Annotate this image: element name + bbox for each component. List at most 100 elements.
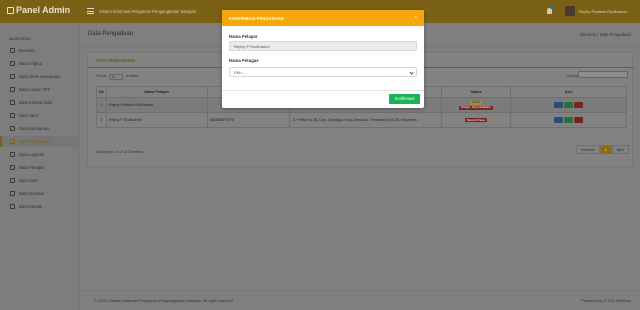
show-prefix: Show: [96, 73, 107, 78]
chat-icon: [10, 139, 15, 144]
show-suffix: entries: [126, 73, 139, 78]
sidebar-item-label: Data Kriteria Jalur: [19, 100, 53, 105]
table-row: 2 Reyhy P Rudiharton 088286878778 Jl. Pe…: [96, 112, 627, 128]
delete-button[interactable]: [574, 102, 584, 108]
footer-copyright: © 2022 Sistem Informasi Pelayanan Pengan…: [94, 298, 233, 303]
site-name: Sistem Informasi Pelayanan Pengangkutan …: [99, 9, 197, 14]
pager-next[interactable]: Next: [611, 145, 629, 154]
table-info: Showing 1 to 2 of 2 entries: [96, 149, 144, 154]
modal-header: KONFIRMASI PENGADUAN ×: [222, 10, 424, 26]
cell-phone: 088286878778: [206, 112, 291, 128]
cell-actions: [510, 97, 627, 113]
column-header-actions: Aksi: [510, 86, 627, 98]
sidebar: MAIN MENU Beranda Data Angkut Data Jenis…: [0, 23, 80, 310]
cell-no: 1: [96, 97, 107, 113]
detail-button[interactable]: [554, 102, 564, 108]
delete-button[interactable]: [574, 117, 584, 123]
search-input[interactable]: [578, 71, 628, 78]
brand[interactable]: Panel Admin: [7, 5, 70, 15]
chevron-down-icon: [409, 70, 414, 75]
page-title: Data Pengaduan: [88, 31, 134, 37]
hamburger-menu-icon[interactable]: [87, 8, 94, 14]
column-header-no[interactable]: No: [96, 86, 107, 98]
breadcrumb-current: Data Pengaduan: [599, 32, 631, 37]
sidebar-item-label: Data Jenis Kendaraan: [19, 74, 61, 79]
road-icon: [10, 113, 15, 118]
cell-no: 2: [96, 112, 107, 128]
sidebar-item-beranda[interactable]: Beranda: [0, 45, 80, 56]
contact-icon: [10, 204, 15, 209]
detail-button[interactable]: [554, 117, 564, 123]
sidebar-item-data-kendaraan[interactable]: Data Kendaraan: [0, 123, 80, 134]
cell-address: Jl. Pelita No.18, Lkrs, Dangsgu, Kota De…: [289, 112, 442, 128]
card-title: DATA PENGADUAN: [96, 58, 136, 63]
logo-icon: [7, 7, 14, 14]
image-icon: [10, 191, 15, 196]
status-badge: Belum Di Proses: [465, 118, 487, 122]
notification-badge: [550, 6, 554, 9]
close-icon[interactable]: ×: [414, 15, 417, 21]
route-icon: [10, 100, 15, 105]
officer-label: Nama Petugas: [229, 58, 259, 63]
reporter-field: Reyhy P Rudiharton: [229, 41, 417, 51]
sidebar-item-data-kriteria-jalur[interactable]: Data Kriteria Jalur: [0, 97, 80, 108]
pagination: Previous 1 Next: [576, 145, 629, 154]
sidebar-item-data-angkut[interactable]: Data Angkut: [0, 58, 80, 69]
sidebar-item-label: Data Kendaraan: [19, 126, 50, 131]
breadcrumb-home[interactable]: Beranda: [580, 32, 596, 37]
vehicle-icon: [10, 126, 15, 131]
sidebar-item-data-petugas[interactable]: Data Petugas: [0, 162, 80, 173]
sidebar-item-label: Data Petugas: [19, 165, 45, 170]
sidebar-item-data-laporan[interactable]: Data Laporan: [0, 149, 80, 160]
sidebar-title: MAIN MENU: [9, 37, 31, 41]
truck-icon: [10, 61, 15, 66]
avatar[interactable]: [565, 6, 575, 16]
sidebar-item-data-gambar[interactable]: Data Gambar: [0, 188, 80, 199]
officer-select-value: Pilih--: [234, 70, 245, 75]
confirm-complaint-modal: KONFIRMASI PENGADUAN × Nama Pelapor Reyh…: [222, 10, 424, 108]
sidebar-item-data-jalur[interactable]: Data Jalur: [0, 110, 80, 121]
entries-select[interactable]: 10: [109, 74, 124, 80]
sidebar-item-data-lokasi-tps[interactable]: Data Lokasi TPS: [0, 84, 80, 95]
sidebar-item-data-kontak[interactable]: Data Kontak: [0, 201, 80, 212]
footer-powered: Powered By © 015 WebDev: [581, 298, 631, 303]
map-pin-icon: [10, 87, 15, 92]
confirm-button[interactable]: Konfirmasi: [389, 94, 420, 104]
sidebar-item-label: Data Jalur: [19, 113, 39, 118]
reporter-label: Nama Pelapor: [229, 34, 258, 39]
confirm-row-button[interactable]: [564, 117, 574, 123]
breadcrumb: Beranda / Data Pengaduan: [580, 32, 631, 37]
sidebar-item-label: Data Kontak: [19, 204, 43, 209]
sidebar-item-label: Data Gambar: [19, 191, 45, 196]
user-name[interactable]: Reyhy Pradisto Rudiharton: [579, 9, 627, 14]
footer: © 2022 Sistem Informasi Pelayanan Pengan…: [81, 290, 640, 310]
sidebar-item-label: Data Pengaduan: [19, 139, 51, 144]
pager-previous[interactable]: Previous: [576, 145, 600, 154]
breadcrumb-separator: /: [597, 32, 599, 37]
users-icon: [10, 165, 15, 170]
column-header-name[interactable]: Nama Pelapor: [105, 86, 208, 98]
modal-divider: [222, 90, 424, 91]
sidebar-item-label: Beranda: [19, 48, 35, 53]
pager-page-1[interactable]: 1: [599, 145, 612, 154]
home-icon: [10, 48, 15, 53]
modal-title: KONFIRMASI PENGADUAN: [229, 16, 284, 21]
officer-select[interactable]: Pilih--: [229, 67, 417, 77]
cell-name: Reyhy P Rudiharton: [105, 112, 208, 128]
cell-actions: [510, 112, 627, 128]
user-icon: [10, 178, 15, 183]
column-header-status[interactable]: Status: [440, 86, 512, 98]
sidebar-item-data-user[interactable]: Data User: [0, 175, 80, 186]
cell-status: Proses Petugas : Reyhy Rudiharton: [440, 97, 512, 113]
confirm-row-button[interactable]: [564, 102, 574, 108]
sidebar-item-data-jenis-kendaraan[interactable]: Data Jenis Kendaraan: [0, 71, 80, 82]
sidebar-item-label: Data User: [19, 178, 38, 183]
report-icon: [10, 152, 15, 157]
sidebar-item-label: Data Laporan: [19, 152, 45, 157]
cell-name: Reyhy Pradisto Rudiharton: [105, 97, 208, 113]
status-badge: Proses: [470, 100, 482, 105]
sidebar-item-data-pengaduan[interactable]: Data Pengaduan: [0, 136, 80, 147]
show-entries: Show 10 entries: [96, 73, 138, 80]
sidebar-item-label: Data Lokasi TPS: [19, 87, 51, 92]
cell-status: Belum Di Proses: [440, 112, 512, 128]
